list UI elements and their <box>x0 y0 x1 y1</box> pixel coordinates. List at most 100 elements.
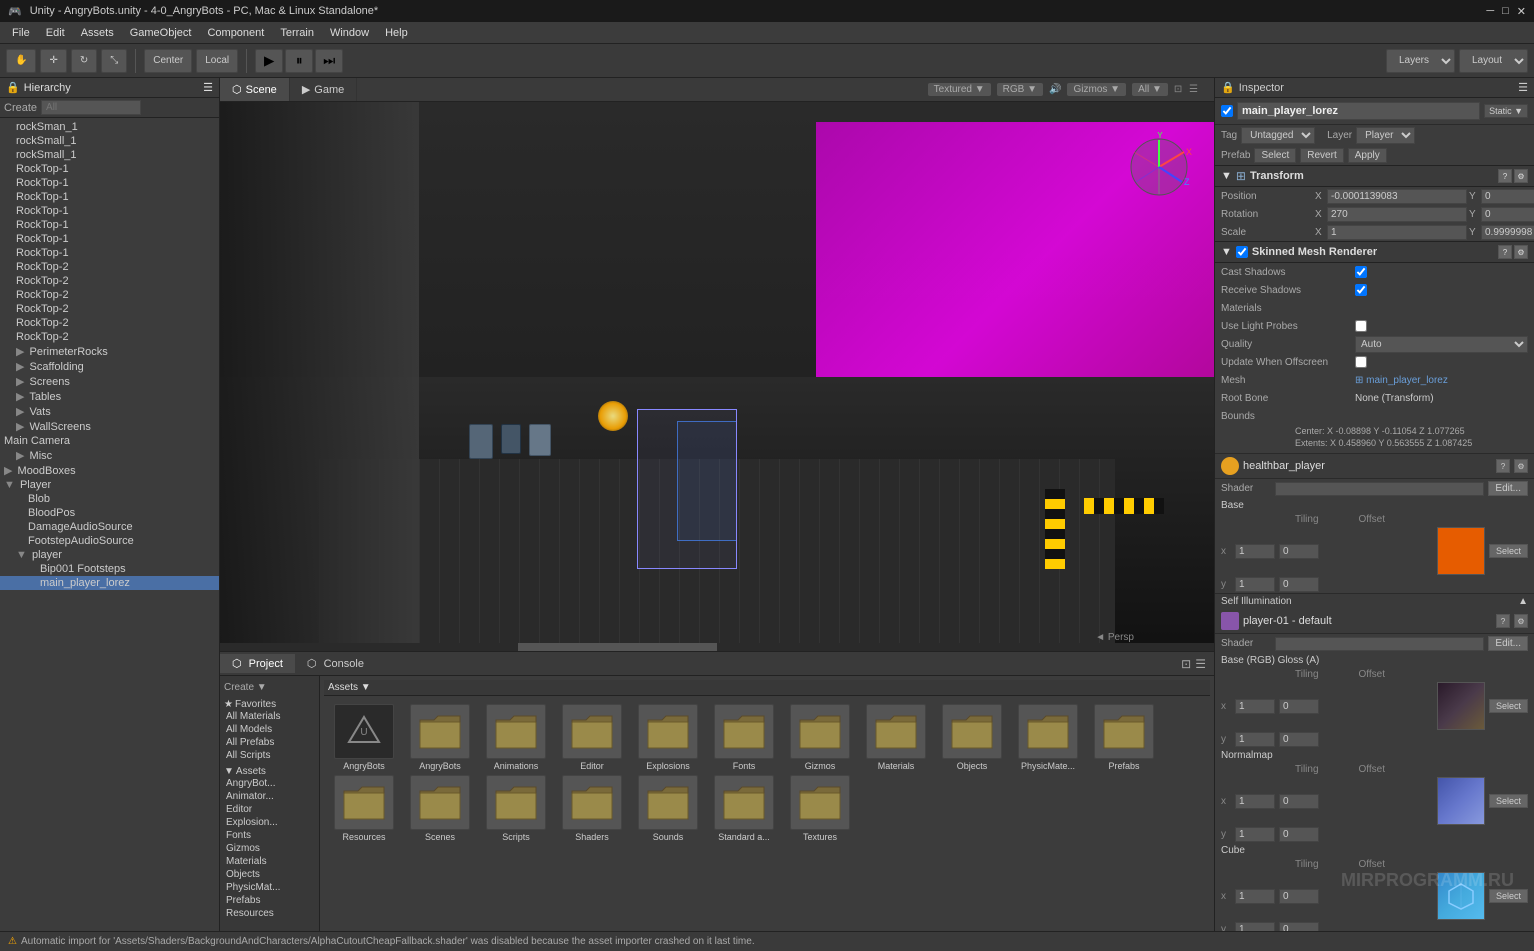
shader-value[interactable]: AngryBots/SimpleSelfIlluminatio <box>1275 482 1484 496</box>
scene-scrollbar-h[interactable] <box>220 643 1214 651</box>
settings-icon[interactable]: ? <box>1498 169 1512 183</box>
rotate-tool[interactable]: ↻ <box>71 49 97 73</box>
tree-gizmos[interactable]: Gizmos <box>224 842 315 855</box>
offset-y-input[interactable] <box>1279 577 1319 592</box>
list-item[interactable]: RockTop-1 <box>0 232 219 246</box>
base-rgb-select-btn[interactable]: Select <box>1489 699 1528 713</box>
asset-explosions[interactable]: Explosions <box>632 704 704 771</box>
fav-all-prefabs[interactable]: All Prefabs <box>224 736 315 749</box>
tree-materials[interactable]: Materials <box>224 855 315 868</box>
hand-tool[interactable]: ✋ <box>6 49 36 73</box>
list-item[interactable]: ▶ PerimeterRocks <box>0 344 219 359</box>
position-x-input[interactable] <box>1327 189 1467 204</box>
list-item[interactable]: ▶ Tables <box>0 389 219 404</box>
list-item[interactable]: Main Camera <box>0 434 219 448</box>
list-item[interactable]: Bip001 Footsteps <box>0 562 219 576</box>
list-item[interactable]: BloodPos <box>0 506 219 520</box>
tree-resources[interactable]: Resources <box>224 907 315 920</box>
tag-select[interactable]: Untagged <box>1241 127 1315 144</box>
hierarchy-search[interactable] <box>41 100 141 115</box>
asset-scripts[interactable]: Scripts <box>480 775 552 842</box>
help-icon3[interactable]: ? <box>1496 614 1510 628</box>
minimize-btn[interactable]: ─ <box>1486 5 1494 18</box>
cube-tiling-x[interactable] <box>1235 889 1275 904</box>
help-icon2[interactable]: ? <box>1496 459 1510 473</box>
menu-terrain[interactable]: Terrain <box>272 27 322 39</box>
skinned-mesh-header[interactable]: ▼ Skinned Mesh Renderer ? ⚙ <box>1215 241 1534 263</box>
normalmap-tiling-x[interactable] <box>1235 794 1275 809</box>
tab-project[interactable]: ⬡ Project <box>220 654 295 673</box>
tree-fonts[interactable]: Fonts <box>224 829 315 842</box>
list-item[interactable]: ▶ Screens <box>0 374 219 389</box>
tiling-x-input[interactable] <box>1235 544 1275 559</box>
list-item[interactable]: ▶ Misc <box>0 448 219 463</box>
cube-texture[interactable] <box>1437 872 1485 920</box>
list-item[interactable]: ▼ player <box>0 548 219 562</box>
list-item[interactable]: ▶ MoodBoxes <box>0 463 219 478</box>
menu-gameobject[interactable]: GameObject <box>122 27 200 39</box>
quality-select[interactable]: Auto <box>1355 336 1528 353</box>
normalmap-tiling-y[interactable] <box>1235 827 1275 842</box>
tiling-y-input[interactable] <box>1235 577 1275 592</box>
list-item-main-player[interactable]: main_player_lorez <box>0 576 219 590</box>
base-rgb-texture[interactable] <box>1437 682 1485 730</box>
cube-offset-x[interactable] <box>1279 889 1319 904</box>
create-btn[interactable]: Create ▼ <box>224 680 315 695</box>
pause-button[interactable]: ⏸ <box>285 49 313 73</box>
list-item[interactable]: Blob <box>0 492 219 506</box>
base-rgb-offset-x[interactable] <box>1279 699 1319 714</box>
scale-x-input[interactable] <box>1327 225 1467 240</box>
prefab-revert-btn[interactable]: Revert <box>1300 148 1343 163</box>
layers-dropdown[interactable]: Layers <box>1386 49 1455 73</box>
asset-angrybots[interactable]: AngryBots <box>404 704 476 771</box>
base-rgb-tiling-x[interactable] <box>1235 699 1275 714</box>
asset-textures[interactable]: Textures <box>784 775 856 842</box>
list-item[interactable]: RockTop-1 <box>0 204 219 218</box>
list-item[interactable]: rockSmall_1 <box>0 148 219 162</box>
gizmos-btn[interactable]: Gizmos ▼ <box>1067 83 1126 96</box>
offset-x-input[interactable] <box>1279 544 1319 559</box>
object-enable-checkbox[interactable] <box>1221 105 1233 117</box>
asset-physicmate[interactable]: PhysicMate... <box>1012 704 1084 771</box>
asset-scenes[interactable]: Scenes <box>404 775 476 842</box>
list-item[interactable]: RockTop-1 <box>0 218 219 232</box>
play-button[interactable]: ▶ <box>255 49 283 73</box>
normalmap-texture[interactable] <box>1437 777 1485 825</box>
base-rgb-offset-y[interactable] <box>1279 732 1319 747</box>
player01-shader-value[interactable]: AngryBots/Character/CharacterS <box>1275 637 1484 651</box>
skinned-enable-checkbox[interactable] <box>1236 246 1248 258</box>
center-button[interactable]: Center <box>144 49 192 73</box>
layer-select[interactable]: Player <box>1356 127 1415 144</box>
settings-icon2[interactable]: ⚙ <box>1514 459 1528 473</box>
list-item[interactable]: RockTop-2 <box>0 260 219 274</box>
maximize-btn[interactable]: □ <box>1502 5 1509 18</box>
rotation-x-input[interactable] <box>1327 207 1467 222</box>
inspector-menu[interactable]: ☰ <box>1518 81 1528 94</box>
fav-all-models[interactable]: All Models <box>224 723 315 736</box>
position-y-input[interactable] <box>1481 189 1534 204</box>
gizmos-toggle[interactable]: 🔊 <box>1049 84 1061 95</box>
layout-dropdown[interactable]: Layout <box>1459 49 1528 73</box>
scene-view[interactable]: ◄ Persp X Y Z <box>220 102 1214 651</box>
tree-prefabs[interactable]: Prefabs <box>224 894 315 907</box>
list-item[interactable]: FootstepAudioSource <box>0 534 219 548</box>
list-item[interactable]: ▶ Vats <box>0 404 219 419</box>
prefab-select-btn[interactable]: Select <box>1254 148 1296 163</box>
cube-offset-y[interactable] <box>1279 922 1319 931</box>
object-name-field[interactable] <box>1237 102 1480 120</box>
base-select-btn[interactable]: Select <box>1489 544 1528 558</box>
asset-standard[interactable]: Standard a... <box>708 775 780 842</box>
settings-icon3[interactable]: ⚙ <box>1514 614 1528 628</box>
tree-angrybots[interactable]: AngryBot... <box>224 777 315 790</box>
fav-all-materials[interactable]: All Materials <box>224 710 315 723</box>
player01-edit-btn[interactable]: Edit... <box>1488 636 1528 651</box>
list-item[interactable]: RockTop-1 <box>0 176 219 190</box>
move-tool[interactable]: ✛ <box>40 49 66 73</box>
tree-editor[interactable]: Editor <box>224 803 315 816</box>
tree-explosions[interactable]: Explosion... <box>224 816 315 829</box>
panel-menu[interactable]: ☰ <box>1195 657 1206 671</box>
list-item[interactable]: RockTop-1 <box>0 162 219 176</box>
gear-icon[interactable]: ⚙ <box>1514 169 1528 183</box>
rotation-y-input[interactable] <box>1481 207 1534 222</box>
list-item[interactable]: RockTop-2 <box>0 288 219 302</box>
